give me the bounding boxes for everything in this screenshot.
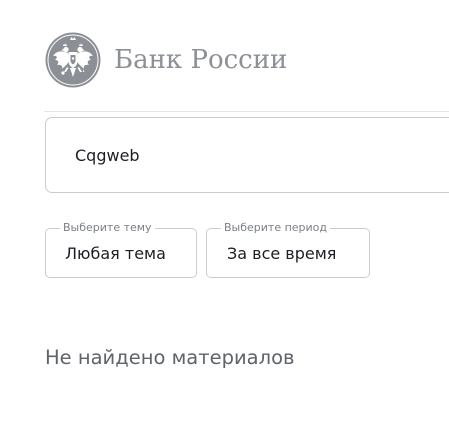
period-select-value: За все время [227, 243, 337, 263]
brand-name[interactable]: Банк России [114, 45, 287, 75]
header-divider [44, 111, 449, 112]
topic-select[interactable]: Выберите тему Любая тема [45, 221, 197, 278]
empty-results-message: Не найдено материалов [45, 346, 295, 369]
bank-emblem-icon[interactable] [44, 31, 102, 89]
period-select[interactable]: Выберите период За все время [206, 221, 370, 278]
site-header: Банк России [44, 31, 287, 89]
search-box[interactable] [45, 117, 449, 193]
topic-select-value: Любая тема [65, 243, 166, 263]
search-input[interactable] [75, 118, 435, 192]
